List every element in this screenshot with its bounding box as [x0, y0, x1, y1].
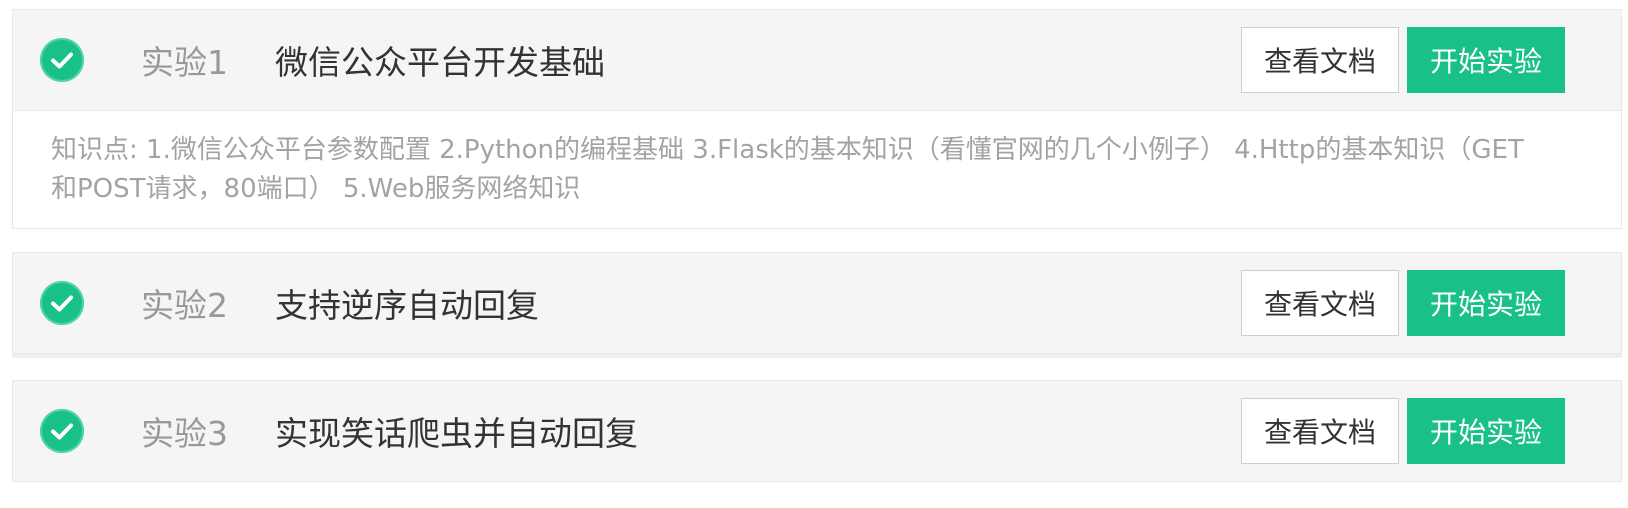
view-docs-button[interactable]: 查看文档	[1241, 398, 1399, 464]
lab-header: 实验1 微信公众平台开发基础 查看文档 开始实验	[12, 9, 1622, 111]
divider	[12, 354, 1622, 358]
lab-number: 实验1	[141, 43, 228, 82]
lab-list: 实验1 微信公众平台开发基础 查看文档 开始实验 知识点: 1.微信公众平台参数…	[0, 0, 1628, 508]
view-docs-button[interactable]: 查看文档	[1241, 27, 1399, 93]
start-lab-button[interactable]: 开始实验	[1407, 27, 1565, 93]
lab-number: 实验2	[141, 286, 228, 325]
lab-number: 实验3	[141, 414, 228, 453]
lab-item-2: 实验2 支持逆序自动回复 查看文档 开始实验	[12, 252, 1622, 358]
lab-header: 实验3 实现笑话爬虫并自动回复 查看文档 开始实验	[12, 380, 1622, 482]
lab-title: 实现笑话爬虫并自动回复	[275, 414, 638, 453]
lab-header: 实验2 支持逆序自动回复 查看文档 开始实验	[12, 252, 1622, 354]
lab-item-3: 实验3 实现笑话爬虫并自动回复 查看文档 开始实验	[12, 380, 1622, 482]
start-lab-button[interactable]: 开始实验	[1407, 398, 1565, 464]
check-circle-icon	[40, 409, 84, 453]
lab-description: 知识点: 1.微信公众平台参数配置 2.Python的编程基础 3.Flask的…	[12, 111, 1622, 229]
lab-title: 微信公众平台开发基础	[275, 43, 605, 82]
check-circle-icon	[40, 281, 84, 325]
check-circle-icon	[40, 38, 84, 82]
view-docs-button[interactable]: 查看文档	[1241, 270, 1399, 336]
lab-title: 支持逆序自动回复	[275, 286, 539, 325]
lab-item-1: 实验1 微信公众平台开发基础 查看文档 开始实验 知识点: 1.微信公众平台参数…	[12, 9, 1622, 229]
start-lab-button[interactable]: 开始实验	[1407, 270, 1565, 336]
